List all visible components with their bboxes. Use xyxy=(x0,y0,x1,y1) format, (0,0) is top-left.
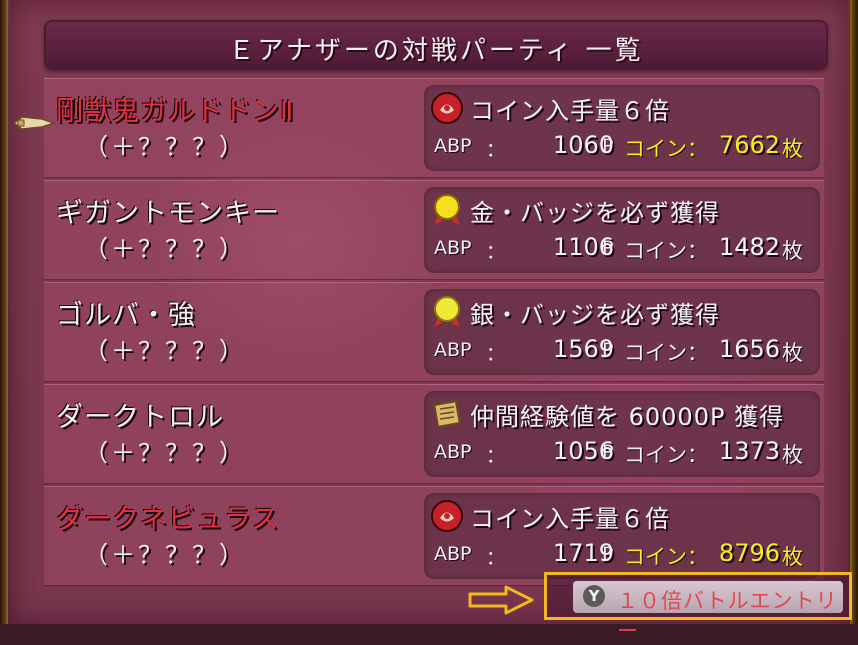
title-bar: Ｅアナザーの対戦パーティ 一覧 xyxy=(44,20,828,70)
abp-colon: ： xyxy=(486,139,506,161)
reward-info-box: 仲間経験値を 60000P 獲得 ABP ： 1056 P コイン： 1373 枚 xyxy=(424,391,820,477)
abp-unit: P xyxy=(602,339,614,361)
monster-name: ギガントモンキー xyxy=(56,198,280,229)
battle-entry-button[interactable]: Y １０倍バトルエントリー xyxy=(573,581,843,643)
party-row[interactable]: ダークトロル （＋？？？） 仲間経験値を 60000P 獲得 ABP ： 1056 P コイン… xyxy=(44,384,824,484)
monster-name: 剛獣鬼ガルドドンⅡ xyxy=(56,96,295,127)
reward-text: コイン入手量６倍 xyxy=(470,505,670,533)
monster-level-unknown: （＋？？？） xyxy=(84,235,246,263)
selection-cursor-icon xyxy=(12,116,56,130)
monster-level-unknown: （＋？？？） xyxy=(84,541,246,569)
red-coin-pot-icon xyxy=(430,499,464,533)
coin-unit: 枚 xyxy=(782,443,803,467)
reward-info-box: 金・バッジを必ず獲得 ABP ： 1106 P コイン： 1482 枚 xyxy=(424,187,820,273)
y-button-icon: Y xyxy=(583,585,605,607)
coin-value: 1482 xyxy=(718,233,780,261)
abp-colon: ： xyxy=(486,241,506,263)
abp-value: 1719 xyxy=(552,539,614,567)
reward-info-box: コイン入手量６倍 ABP ： 1060 P コイン： 7662 枚 xyxy=(424,85,820,171)
party-row[interactable]: 剛獣鬼ガルドドンⅡ （＋？？？） コイン入手量６倍 ABP ： 1060 P コイン： 7662… xyxy=(44,78,824,178)
coin-unit: 枚 xyxy=(782,239,803,263)
coin-value: 1373 xyxy=(718,437,780,465)
annotation-highlight-box: Y １０倍バトルエントリー xyxy=(544,572,852,643)
abp-label: ABP xyxy=(434,339,472,361)
scroll-icon xyxy=(430,397,464,431)
monster-name: ダークネビュラス xyxy=(56,504,280,535)
annotation-arrow-icon xyxy=(468,585,534,615)
abp-label: ABP xyxy=(434,543,472,565)
abp-unit: P xyxy=(602,135,614,157)
abp-colon: ： xyxy=(486,547,506,569)
coin-label: コイン： xyxy=(624,137,708,161)
coin-unit: 枚 xyxy=(782,137,803,161)
monster-level-unknown: （＋？？？） xyxy=(84,133,246,161)
abp-label: ABP xyxy=(434,441,472,463)
reward-text: 仲間経験値を 60000P 獲得 xyxy=(470,403,785,431)
abp-value: 1569 xyxy=(552,335,614,363)
page-title: Ｅアナザーの対戦パーティ 一覧 xyxy=(228,36,644,66)
party-row[interactable]: ギガントモンキー （＋？？？） 金・バッジを必ず獲得 ABP ： 1106 P コイン： 148… xyxy=(44,180,824,280)
abp-colon: ： xyxy=(486,343,506,365)
gold-badge-icon xyxy=(430,193,464,227)
reward-text: コイン入手量６倍 xyxy=(470,97,670,125)
monster-level-unknown: （＋？？？） xyxy=(84,337,246,365)
party-row[interactable]: ダークネビュラス （＋？？？） コイン入手量６倍 ABP ： 1719 P コイン： 8796 枚 xyxy=(44,486,824,586)
silver-badge-icon xyxy=(430,295,464,329)
reward-info-box: コイン入手量６倍 ABP ： 1719 P コイン： 8796 枚 xyxy=(424,493,820,579)
reward-info-box: 銀・バッジを必ず獲得 ABP ： 1569 P コイン： 1656 枚 xyxy=(424,289,820,375)
reward-text: 金・バッジを必ず獲得 xyxy=(470,199,720,227)
monster-name: ダークトロル xyxy=(56,402,224,433)
abp-colon: ： xyxy=(486,445,506,467)
monster-name: ゴルバ・強 xyxy=(56,300,196,331)
abp-value: 1106 xyxy=(552,233,614,261)
reward-text: 銀・バッジを必ず獲得 xyxy=(470,301,720,329)
coin-label: コイン： xyxy=(624,341,708,365)
monster-level-unknown: （＋？？？） xyxy=(84,439,246,467)
coin-label: コイン： xyxy=(624,545,708,569)
frame-right-edge xyxy=(850,0,858,624)
coin-unit: 枚 xyxy=(782,545,803,569)
frame-left-edge xyxy=(0,0,8,624)
abp-unit: P xyxy=(602,441,614,463)
coin-value: 7662 xyxy=(718,131,780,159)
abp-unit: P xyxy=(602,237,614,259)
abp-value: 1060 xyxy=(552,131,614,159)
abp-value: 1056 xyxy=(552,437,614,465)
coin-label: コイン： xyxy=(624,443,708,467)
battle-entry-label: １０倍バトルエントリー xyxy=(617,589,838,643)
coin-value: 1656 xyxy=(718,335,780,363)
abp-label: ABP xyxy=(434,135,472,157)
coin-label: コイン： xyxy=(624,239,708,263)
coin-value: 8796 xyxy=(718,539,780,567)
abp-label: ABP xyxy=(434,237,472,259)
red-coin-pot-icon xyxy=(430,91,464,125)
coin-unit: 枚 xyxy=(782,341,803,365)
abp-unit: P xyxy=(602,543,614,565)
party-row[interactable]: ゴルバ・強 （＋？？？） 銀・バッジを必ず獲得 ABP ： 1569 P コイン： 1656 枚 xyxy=(44,282,824,382)
